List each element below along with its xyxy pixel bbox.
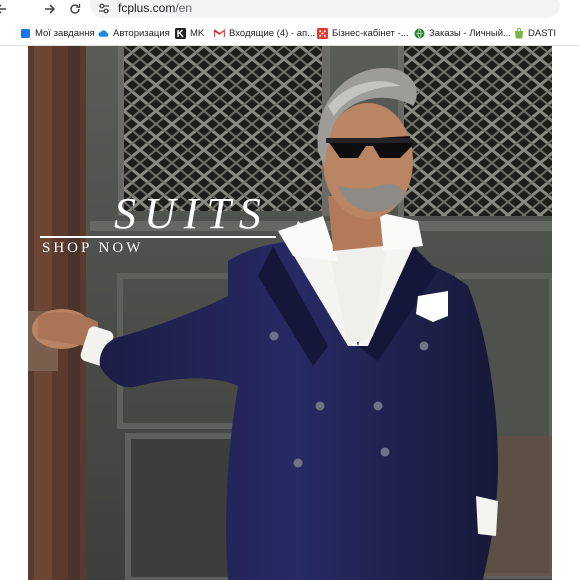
k-logo-icon [175, 27, 186, 39]
hero-banner[interactable]: SUITS SHOP NOW [28, 46, 552, 580]
reload-icon [70, 4, 81, 14]
bookmark-label: Авторизация [113, 27, 170, 39]
bookmark-label: Мої завдання [35, 27, 95, 39]
shop-now-link[interactable]: SHOP NOW [42, 239, 143, 257]
bookmark-mk[interactable]: MK [175, 25, 204, 41]
cloud-icon [98, 28, 109, 39]
browser-window: fcplus.com/en Мої завдання Авторизация M… [0, 0, 580, 580]
shopify-bag-icon [513, 27, 524, 39]
arrow-left-icon [0, 4, 6, 14]
bookmark-business-cabinet[interactable]: Бізнес-кабінет -... [317, 25, 409, 41]
bookmark-icon [20, 28, 31, 39]
bookmark-inbox[interactable]: Входящие (4) - ап... [214, 25, 315, 41]
bookmark-my-tasks[interactable]: Мої завдання [20, 25, 95, 41]
browser-toolbar: fcplus.com/en [0, 0, 580, 19]
bookmark-orders[interactable]: Заказы - Личный... [414, 25, 511, 41]
red-dice-icon [317, 27, 328, 39]
bookmark-label: Бізнес-кабінет -... [332, 27, 409, 39]
bookmark-label: Входящие (4) - ап... [229, 27, 316, 39]
bookmark-label: MK [190, 27, 205, 39]
bookmark-dasti[interactable]: DASTI [513, 25, 556, 41]
reload-button[interactable] [66, 0, 84, 18]
hero-photo [28, 46, 552, 580]
bookmarks-bar: Мої завдання Авторизация MK Входящие (4)… [0, 21, 580, 46]
hero-divider [40, 236, 276, 238]
page-margin [552, 46, 580, 580]
bookmark-label: DASTI [528, 27, 556, 39]
arrow-right-icon [45, 4, 56, 14]
hero-title: SUITS [114, 189, 269, 238]
forward-button[interactable] [41, 0, 59, 18]
bookmark-label: Заказы - Личный... [429, 27, 511, 39]
gmail-icon [214, 28, 225, 39]
green-globe-icon [414, 28, 425, 39]
address-bar[interactable]: fcplus.com/en [90, 0, 560, 18]
url-host: fcplus.com [118, 1, 176, 15]
url-text[interactable]: fcplus.com/en [118, 0, 192, 16]
url-path: /en [175, 1, 193, 15]
bookmark-authorization[interactable]: Авторизация [98, 25, 170, 41]
back-button[interactable] [0, 0, 10, 18]
tune-icon[interactable] [98, 3, 110, 14]
